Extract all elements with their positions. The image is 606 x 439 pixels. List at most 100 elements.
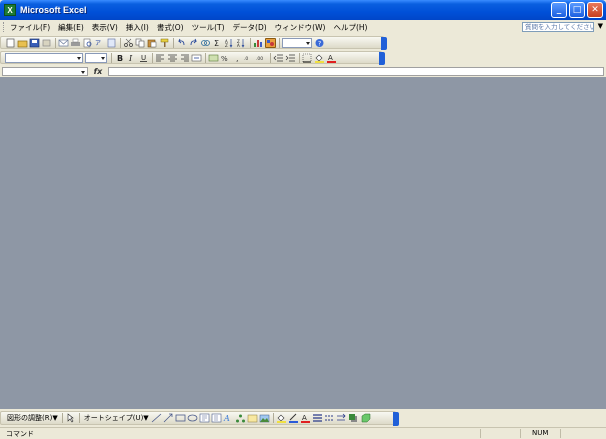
font-name-combo[interactable]: [5, 52, 83, 63]
toolbar-options-chevron[interactable]: [393, 412, 399, 426]
underline-icon[interactable]: U: [138, 53, 149, 63]
spelling-icon[interactable]: ア: [94, 38, 105, 48]
fill-color-icon[interactable]: [314, 53, 325, 63]
align-right-icon[interactable]: [179, 53, 190, 63]
formula-bar: fx: [0, 66, 606, 77]
comma-icon[interactable]: ,: [232, 53, 243, 63]
toolbar-separator: [250, 37, 251, 48]
font-color-icon[interactable]: A: [300, 413, 311, 423]
3d-icon[interactable]: [360, 413, 371, 423]
status-bar: コマンド NUM: [0, 427, 606, 439]
svg-text:%: %: [221, 55, 228, 63]
menu-file[interactable]: ファイル(F): [6, 22, 54, 33]
drawing-icon[interactable]: [265, 37, 276, 48]
dash-style-icon[interactable]: [324, 413, 335, 423]
sort-ascending-icon[interactable]: AZ: [224, 38, 235, 48]
svg-text:,: ,: [236, 54, 239, 63]
menu-tools[interactable]: ツール(T): [188, 22, 229, 33]
window-title: Microsoft Excel: [20, 5, 87, 15]
fill-color-icon[interactable]: [276, 413, 287, 423]
menu-view[interactable]: 表示(V): [88, 22, 122, 33]
sort-descending-icon[interactable]: ZA: [236, 38, 247, 48]
status-panel-divider: [520, 429, 521, 438]
title-bar: X Microsoft Excel _ □ ✕: [0, 0, 606, 20]
diagram-icon[interactable]: [235, 413, 246, 423]
bold-icon[interactable]: B: [114, 53, 125, 63]
svg-text:A: A: [302, 414, 307, 422]
print-preview-icon[interactable]: [82, 38, 93, 48]
copy-icon[interactable]: [135, 38, 146, 48]
currency-icon[interactable]: [208, 53, 219, 63]
decrease-indent-icon[interactable]: [273, 53, 284, 63]
shadow-icon[interactable]: [348, 413, 359, 423]
menu-help[interactable]: ヘルプ(H): [329, 22, 371, 33]
vertical-textbox-icon[interactable]: [211, 413, 222, 423]
help-dropdown-arrow[interactable]: ▼: [598, 22, 603, 30]
menu-data[interactable]: データ(D): [229, 22, 271, 33]
arrow-style-icon[interactable]: [336, 413, 347, 423]
textbox-icon[interactable]: [199, 413, 210, 423]
formula-input[interactable]: [108, 67, 604, 76]
autosum-icon[interactable]: Σ: [212, 38, 223, 48]
svg-text:.00: .00: [256, 56, 263, 62]
toolbar-options-chevron[interactable]: [381, 37, 387, 50]
font-size-combo[interactable]: [85, 52, 107, 63]
line-style-icon[interactable]: [312, 413, 323, 423]
italic-icon[interactable]: I: [126, 53, 137, 63]
hyperlink-icon[interactable]: [200, 38, 211, 48]
increase-decimal-icon[interactable]: .0: [244, 53, 255, 63]
new-icon[interactable]: [5, 38, 16, 48]
menu-format[interactable]: 書式(O): [153, 22, 188, 33]
line-icon[interactable]: [151, 413, 162, 423]
save-icon[interactable]: [29, 38, 40, 48]
font-color-icon[interactable]: A: [326, 53, 337, 63]
menu-edit[interactable]: 編集(E): [54, 22, 88, 33]
percent-icon[interactable]: %: [220, 53, 231, 63]
email-icon[interactable]: [58, 38, 69, 48]
select-objects-icon[interactable]: [65, 413, 76, 423]
decrease-decimal-icon[interactable]: .00: [256, 53, 267, 63]
print-icon[interactable]: [70, 38, 81, 48]
menu-insert[interactable]: 挿入(I): [122, 22, 153, 33]
open-icon[interactable]: [17, 38, 28, 48]
paste-icon[interactable]: [147, 38, 158, 48]
menu-window[interactable]: ウィンドウ(W): [271, 22, 330, 33]
toolbar-separator: [120, 37, 121, 48]
close-button[interactable]: ✕: [587, 2, 603, 18]
autoshapes-menu-button[interactable]: オートシェイプ(U)▼: [82, 413, 151, 423]
arrow-icon[interactable]: [163, 413, 174, 423]
fx-icon[interactable]: fx: [88, 67, 108, 76]
chart-wizard-icon[interactable]: [253, 38, 264, 48]
picture-icon[interactable]: [259, 413, 270, 423]
research-icon[interactable]: [106, 38, 117, 48]
svg-text:.0: .0: [244, 56, 248, 62]
borders-icon[interactable]: [302, 53, 313, 63]
excel-app-icon[interactable]: X: [4, 4, 16, 16]
maximize-button[interactable]: □: [569, 2, 585, 18]
oval-icon[interactable]: [187, 413, 198, 423]
svg-text:?: ?: [318, 40, 321, 47]
toolbar-separator: [55, 37, 56, 48]
permission-icon[interactable]: [41, 38, 52, 48]
wordart-icon[interactable]: A: [223, 413, 234, 423]
help-question-input[interactable]: 質問を入力してください: [522, 22, 594, 32]
name-box[interactable]: [2, 67, 88, 76]
format-painter-icon[interactable]: [159, 38, 170, 48]
cut-icon[interactable]: [123, 38, 134, 48]
redo-icon[interactable]: [188, 38, 199, 48]
undo-icon[interactable]: [176, 38, 187, 48]
clipart-icon[interactable]: [247, 413, 258, 423]
minimize-button[interactable]: _: [551, 2, 567, 18]
toolbar-separator: [152, 52, 153, 63]
zoom-combo[interactable]: [282, 37, 312, 48]
help-icon[interactable]: ?: [314, 38, 325, 48]
line-color-icon[interactable]: [288, 413, 299, 423]
toolbar-options-chevron[interactable]: [379, 52, 385, 65]
align-left-icon[interactable]: [155, 53, 166, 63]
svg-text:I: I: [128, 54, 133, 63]
center-icon[interactable]: [167, 53, 178, 63]
merge-center-icon[interactable]: [191, 53, 202, 63]
rectangle-icon[interactable]: [175, 413, 186, 423]
draw-menu-button[interactable]: 図形の調整(R)▼: [5, 413, 60, 423]
increase-indent-icon[interactable]: [285, 53, 296, 63]
